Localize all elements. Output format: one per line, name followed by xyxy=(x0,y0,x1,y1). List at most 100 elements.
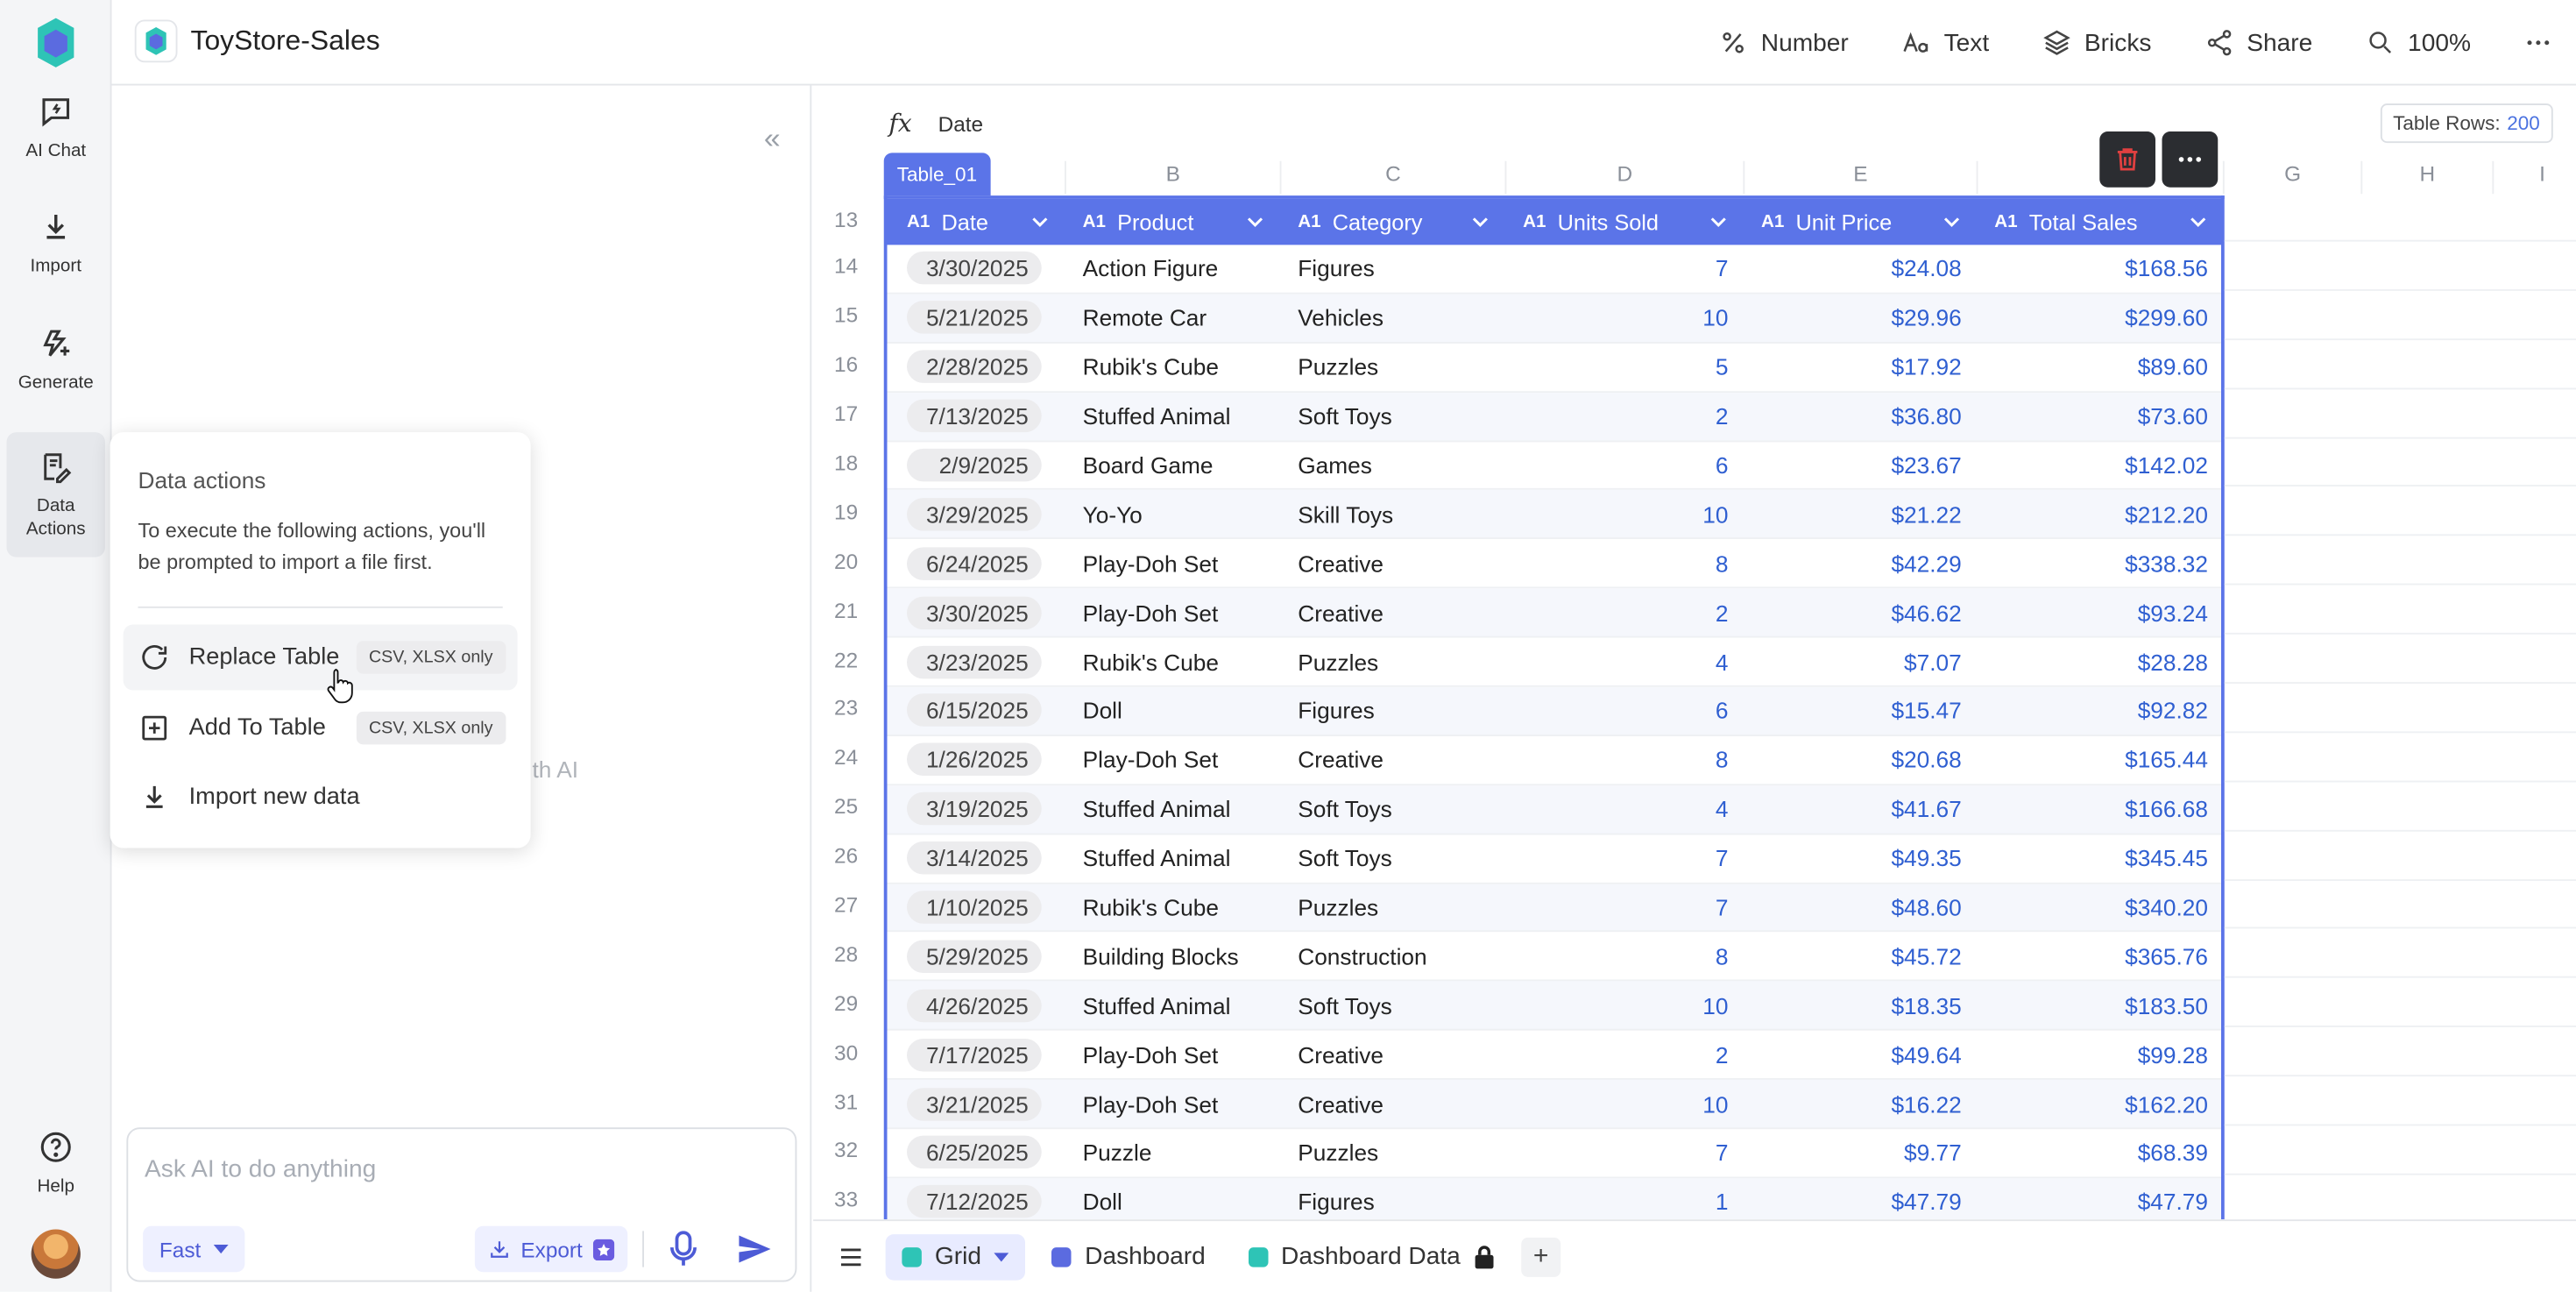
cell-price[interactable]: $36.80 xyxy=(1742,403,1975,429)
cell-date[interactable]: 6/24/2025 xyxy=(888,546,1064,580)
row-number[interactable]: 18 xyxy=(813,438,879,487)
cell-date[interactable]: 3/21/2025 xyxy=(888,1087,1064,1120)
cell-product[interactable]: Doll xyxy=(1063,698,1278,724)
document-title[interactable]: ToyStore-Sales xyxy=(191,25,380,58)
row-number[interactable]: 13 xyxy=(813,195,879,242)
header-units-sold[interactable]: A1 Units Sold xyxy=(1504,199,1742,245)
table-row[interactable]: 4/26/2025 Stuffed Animal Soft Toys 10 $18.35… xyxy=(887,982,2221,1032)
table-row[interactable]: 7/12/2025 Doll Figures 1 $47.79 $47.79 xyxy=(887,1178,2221,1220)
table-row[interactable]: 2/9/2025 Board Game Games 6 $23.67 $142.02 xyxy=(887,442,2221,491)
cell-units[interactable]: 2 xyxy=(1504,403,1742,429)
row-number[interactable]: 32 xyxy=(813,1125,879,1175)
cell-date[interactable]: 1/10/2025 xyxy=(888,891,1064,924)
cell-price[interactable]: $21.22 xyxy=(1742,501,1975,528)
cell-product[interactable]: Rubik's Cube xyxy=(1063,894,1278,920)
app-logo[interactable] xyxy=(36,17,75,69)
empty-header-cell[interactable] xyxy=(2224,195,2576,242)
add-sheet-button[interactable]: + xyxy=(1521,1236,1561,1276)
share-button[interactable]: Share xyxy=(2204,28,2312,58)
col-letter[interactable]: B xyxy=(1065,160,1280,195)
cell-date[interactable]: 3/29/2025 xyxy=(888,497,1064,531)
cell-price[interactable]: $47.79 xyxy=(1742,1189,1975,1215)
cell-category[interactable]: Figures xyxy=(1278,1189,1504,1215)
cell-total[interactable]: $93.24 xyxy=(1975,600,2221,626)
rail-import[interactable]: Import xyxy=(7,191,106,296)
cell-units[interactable]: 8 xyxy=(1504,747,1742,773)
cell-date[interactable]: 3/14/2025 xyxy=(888,841,1064,875)
cell-units[interactable]: 5 xyxy=(1504,354,1742,380)
cell-product[interactable]: Play-Doh Set xyxy=(1063,550,1278,577)
cell-category[interactable]: Creative xyxy=(1278,747,1504,773)
cell-price[interactable]: $16.22 xyxy=(1742,1090,1975,1117)
caret-down-icon[interactable] xyxy=(994,1252,1009,1261)
cell-price[interactable]: $42.29 xyxy=(1742,550,1975,577)
table-row[interactable]: 7/13/2025 Stuffed Animal Soft Toys 2 $36.80 $… xyxy=(887,392,2221,442)
cell-total[interactable]: $183.50 xyxy=(1975,992,2221,1019)
tab-dashboard-data[interactable]: Dashboard Data xyxy=(1232,1233,1511,1280)
table-row[interactable]: 7/17/2025 Play-Doh Set Creative 2 $49.64 $99.… xyxy=(887,1031,2221,1081)
formula-bar-value[interactable]: Date xyxy=(938,112,984,137)
cell-total[interactable]: $165.44 xyxy=(1975,747,2221,773)
chat-input-box[interactable]: Ask AI to do anything Fast Export xyxy=(126,1127,797,1282)
cell-category[interactable]: Puzzles xyxy=(1278,894,1504,920)
row-number[interactable]: 30 xyxy=(813,1027,879,1076)
row-number[interactable]: 14 xyxy=(813,242,879,291)
row-number[interactable]: 19 xyxy=(813,487,879,536)
cell-units[interactable]: 8 xyxy=(1504,550,1742,577)
empty-row-cells[interactable] xyxy=(2224,684,2576,734)
table-row[interactable]: 1/10/2025 Rubik's Cube Puzzles 7 $48.60 $340.… xyxy=(887,883,2221,934)
empty-row-cells[interactable] xyxy=(2224,242,2576,291)
rail-ai-chat[interactable]: AI Chat xyxy=(7,75,106,181)
menu-icon[interactable] xyxy=(836,1242,866,1272)
row-number[interactable]: 26 xyxy=(813,831,879,880)
empty-row-cells[interactable] xyxy=(2224,880,2576,930)
cell-total[interactable]: $92.82 xyxy=(1975,698,2221,724)
cell-product[interactable]: Play-Doh Set xyxy=(1063,1090,1278,1117)
col-letter[interactable]: D xyxy=(1504,160,1744,195)
column-more-button[interactable] xyxy=(2162,131,2219,188)
text-format-button[interactable]: Text xyxy=(1901,28,1989,58)
cell-total[interactable]: $89.60 xyxy=(1975,354,2221,380)
header-total-sales[interactable]: A1 Total Sales xyxy=(1975,199,2221,245)
cell-product[interactable]: Play-Doh Set xyxy=(1063,1041,1278,1068)
cell-product[interactable]: Play-Doh Set xyxy=(1063,600,1278,626)
mode-select[interactable]: Fast xyxy=(143,1225,245,1273)
empty-row-cells[interactable] xyxy=(2224,1125,2576,1175)
empty-row-cells[interactable] xyxy=(2224,635,2576,685)
cell-price[interactable]: $18.35 xyxy=(1742,992,1975,1019)
replace-table-action[interactable]: Replace Table CSV, XLSX only xyxy=(123,624,518,691)
row-number[interactable]: 27 xyxy=(813,880,879,929)
microphone-icon[interactable] xyxy=(667,1230,700,1269)
cell-price[interactable]: $15.47 xyxy=(1742,698,1975,724)
cell-category[interactable]: Creative xyxy=(1278,550,1504,577)
cell-category[interactable]: Puzzles xyxy=(1278,1139,1504,1166)
cell-category[interactable]: Soft Toys xyxy=(1278,992,1504,1019)
cell-product[interactable]: Board Game xyxy=(1063,452,1278,479)
export-button[interactable]: Export xyxy=(474,1225,627,1273)
cell-category[interactable]: Creative xyxy=(1278,600,1504,626)
cell-units[interactable]: 10 xyxy=(1504,992,1742,1019)
cell-units[interactable]: 1 xyxy=(1504,1189,1742,1215)
col-letter[interactable]: I xyxy=(2492,160,2576,195)
chevron-down-icon[interactable] xyxy=(1030,212,1051,232)
empty-row-cells[interactable] xyxy=(2224,291,2576,340)
cell-units[interactable]: 2 xyxy=(1504,600,1742,626)
cell-total[interactable]: $162.20 xyxy=(1975,1090,2221,1117)
empty-row-cells[interactable] xyxy=(2224,929,2576,979)
cell-units[interactable]: 7 xyxy=(1504,1139,1742,1166)
cell-product[interactable]: Remote Car xyxy=(1063,304,1278,330)
cell-units[interactable]: 7 xyxy=(1504,894,1742,920)
rail-data-actions[interactable]: Data Actions xyxy=(6,432,105,557)
cell-units[interactable]: 4 xyxy=(1504,649,1742,675)
cell-product[interactable]: Yo-Yo xyxy=(1063,501,1278,528)
collapse-panel-icon[interactable]: « xyxy=(764,122,781,156)
cell-date[interactable]: 5/29/2025 xyxy=(888,940,1064,973)
cell-price[interactable]: $48.60 xyxy=(1742,894,1975,920)
table-row[interactable]: 3/30/2025 Action Figure Figures 7 $24.08 $168… xyxy=(887,245,2221,295)
row-number[interactable]: 33 xyxy=(813,1175,879,1219)
col-letter[interactable]: H xyxy=(2360,160,2492,195)
cell-total[interactable]: $73.60 xyxy=(1975,403,2221,429)
cell-date[interactable]: 3/30/2025 xyxy=(888,252,1064,286)
avatar[interactable] xyxy=(31,1229,81,1279)
header-product[interactable]: A1 Product xyxy=(1063,199,1278,245)
